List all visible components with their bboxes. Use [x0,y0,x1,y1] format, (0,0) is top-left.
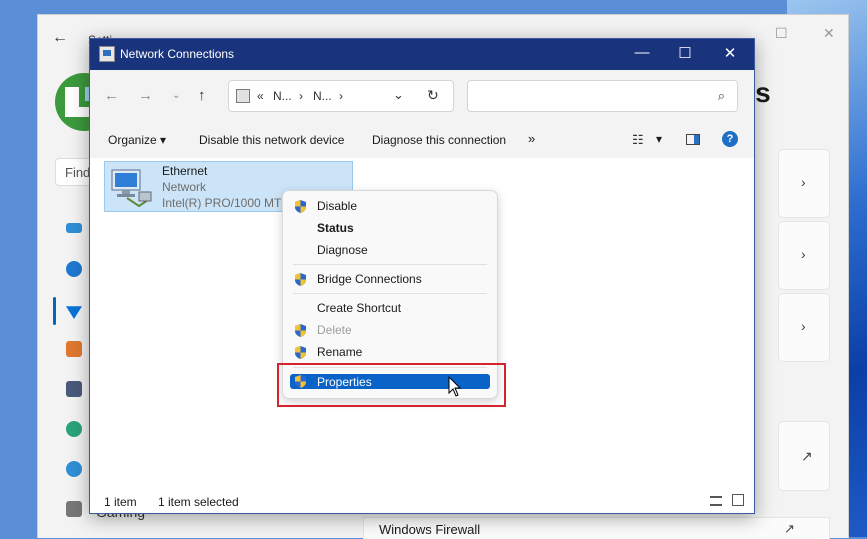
highlight-annotation-box [277,363,506,407]
back-arrow-icon[interactable]: ← [52,29,68,47]
menu-item-label: Delete [317,323,352,337]
breadcrumb-item[interactable]: N... [273,89,292,103]
breadcrumb-separator-icon[interactable]: › [299,89,303,103]
address-dropdown-chevron-icon[interactable]: ⌄ [393,87,404,103]
menu-item-delete: Delete [290,320,490,340]
title-bar: Network Connections — ☐ ✕ [90,39,754,70]
menu-item-label: Status [317,221,354,235]
uac-shield-icon [295,200,306,213]
chevron-right-icon: › [801,246,806,262]
system-icon[interactable] [66,223,82,233]
breadcrumb-separator-icon[interactable]: › [339,89,343,103]
mouse-cursor-icon [448,376,462,397]
command-bar: Organize ▾ Disable this network device D… [90,122,754,158]
settings-card[interactable]: › [778,293,830,362]
settings-card[interactable]: › [778,149,830,218]
external-link-icon: ↗ [801,448,813,464]
back-arrow-icon[interactable]: ← [104,87,119,104]
up-arrow-icon[interactable]: ↑ [198,87,206,104]
menu-item-label: Bridge Connections [317,272,422,286]
apps-icon[interactable] [66,381,82,397]
breadcrumb-overflow[interactable]: « [257,89,264,103]
menu-item-label: Disable [317,199,358,213]
selected-indicator [53,297,56,325]
preview-pane-icon[interactable] [686,134,700,145]
time-icon[interactable] [66,461,82,477]
maximize-button[interactable]: ☐ [675,44,695,62]
address-bar[interactable]: « N... › N... › ⌄ ↻ [228,80,454,112]
network-icon[interactable] [66,306,82,319]
window-title: Network Connections [120,47,235,61]
uac-shield-icon [295,324,306,337]
gaming-icon[interactable] [66,501,82,517]
menu-item-diagnose[interactable]: Diagnose [290,240,490,260]
settings-maximize-icon[interactable]: ☐ [775,25,788,42]
more-commands-button[interactable]: » [528,131,535,146]
diagnose-connection-button[interactable]: Diagnose this connection [372,133,506,147]
windows-firewall-label: Windows Firewall [379,522,481,537]
search-icon[interactable]: ⌕ [718,88,725,104]
menu-item-status[interactable]: Status [290,218,490,238]
chevron-right-icon: › [801,174,806,190]
item-count: 1 item [104,495,137,509]
large-icons-view-icon[interactable] [732,494,744,506]
minimize-button[interactable]: — [632,44,652,61]
search-input[interactable]: ⌕ [467,80,738,112]
selection-count: 1 item selected [158,495,239,509]
breadcrumb-item[interactable]: N... [313,89,332,103]
adapter-name: Ethernet [162,164,208,178]
forward-arrow-icon[interactable]: → [138,87,153,104]
refresh-icon[interactable]: ↻ [427,87,439,104]
settings-close-icon[interactable]: ✕ [823,25,835,42]
windows-firewall-card[interactable]: Windows Firewall ↗ [363,517,830,539]
menu-separator [293,264,487,265]
network-adapter-icon [111,169,152,208]
menu-item-label: Diagnose [317,243,368,257]
menu-item-create-shortcut[interactable]: Create Shortcut [290,298,490,318]
accounts-icon[interactable] [66,421,82,437]
help-icon[interactable]: ? [722,131,738,147]
adapter-network: Network [162,180,207,194]
uac-shield-icon [295,346,306,359]
bluetooth-icon[interactable] [66,261,82,277]
personalization-icon[interactable] [66,341,82,357]
menu-item-rename[interactable]: Rename [290,342,490,362]
adapter-device: Intel(R) PRO/1000 MT D [162,196,294,210]
menu-separator [293,293,487,294]
external-link-icon: ↗ [784,521,795,536]
menu-item-label: Create Shortcut [317,301,402,315]
close-button[interactable]: ✕ [720,44,740,62]
status-bar: 1 item 1 item selected [90,488,754,513]
settings-card[interactable]: › [778,221,830,290]
menu-item-bridge-connections[interactable]: Bridge Connections [290,269,490,289]
change-view-icon[interactable]: ☷ [632,132,644,148]
recent-locations-chevron-icon[interactable]: ⌄ [172,90,180,101]
settings-card[interactable]: ↗ [778,421,830,491]
control-panel-icon [236,89,250,103]
menu-item-disable[interactable]: Disable [290,196,490,216]
details-view-icon[interactable] [710,496,722,506]
address-row: ← → ⌄ ↑ « N... › N... › ⌄ ↻ ⌕ [90,70,754,122]
disable-device-button[interactable]: Disable this network device [199,133,344,147]
organize-button[interactable]: Organize ▾ [108,133,166,147]
view-dropdown-chevron-icon[interactable]: ▾ [656,132,662,146]
uac-shield-icon [295,273,306,286]
network-connections-app-icon [99,46,115,62]
menu-item-label: Rename [317,345,363,359]
chevron-right-icon: › [801,318,806,334]
